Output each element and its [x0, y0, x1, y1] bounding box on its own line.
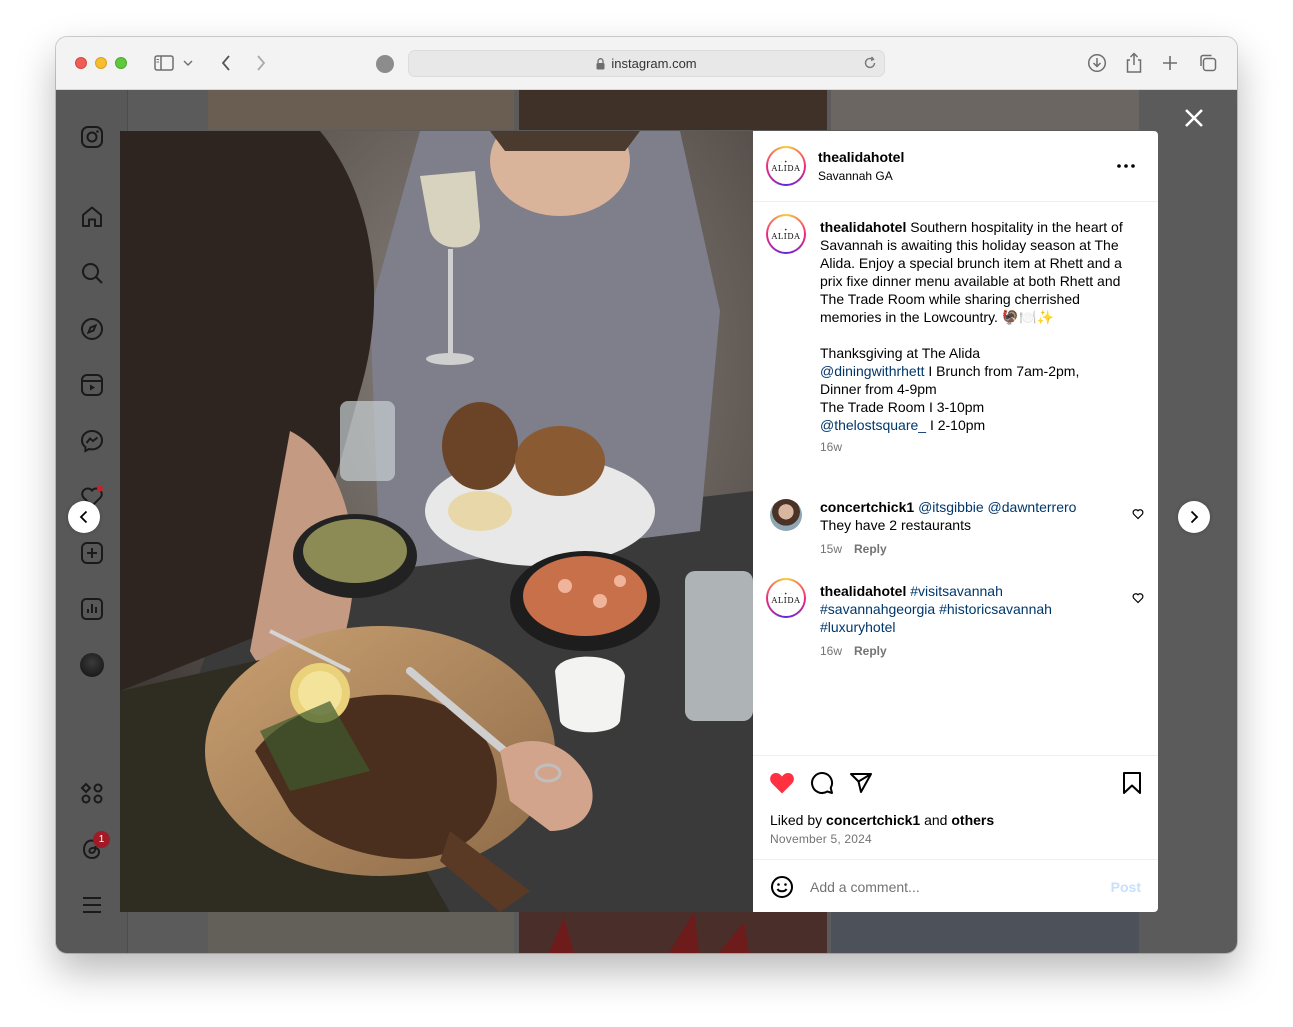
caption-line-brunch: I Brunch from 7am-2pm,: [924, 363, 1080, 379]
explore-icon[interactable]: [80, 317, 104, 341]
post-comment-button[interactable]: Post: [1111, 879, 1141, 895]
messenger-icon[interactable]: [80, 429, 104, 453]
likes-summary: Liked by concertchick1 and others: [770, 812, 994, 828]
post-actions: Liked by concertchick1 and others Novemb…: [753, 755, 1158, 859]
home-icon[interactable]: [80, 205, 104, 229]
like-heart-icon[interactable]: [769, 770, 795, 796]
avatar-text: ALIDA: [771, 163, 801, 173]
more-options-icon[interactable]: [1114, 156, 1138, 176]
site-favicon-icon: [376, 55, 394, 73]
comment-input[interactable]: Add a comment...: [810, 879, 920, 895]
comment-item: concertchick1 @itsgibbie @dawnterrero Th…: [820, 498, 1100, 558]
share-icon[interactable]: [1121, 51, 1147, 75]
comment-reply-button[interactable]: Reply: [854, 644, 887, 658]
browser-toolbar: instagram.com: [56, 37, 1237, 90]
mention-thelostsquare[interactable]: @thelostsquare_: [820, 417, 926, 433]
likes-mid: and: [920, 812, 952, 828]
commenter-avatar[interactable]: [770, 499, 802, 531]
caption-line-thanksgiving: Thanksgiving at The Alida: [820, 345, 981, 361]
comment-avatar[interactable]: · ✦ · ALIDA: [766, 578, 806, 618]
comment-username[interactable]: concertchick1: [820, 499, 914, 515]
zoom-window-button[interactable]: [115, 57, 127, 69]
post-username[interactable]: thealidahotel: [818, 149, 904, 165]
previous-post-button[interactable]: [68, 501, 100, 533]
comment-icon[interactable]: [809, 770, 835, 796]
insights-icon[interactable]: [80, 597, 104, 621]
reels-icon[interactable]: [80, 373, 104, 397]
browser-window: instagram.com 1 · ✦ · ALIDA thealidahote…: [56, 37, 1237, 953]
menu-icon[interactable]: [80, 893, 104, 917]
chevron-down-icon[interactable]: [180, 51, 196, 75]
url-text: instagram.com: [611, 56, 697, 71]
forward-arrow-icon[interactable]: [248, 51, 274, 75]
instagram-icon[interactable]: [80, 125, 104, 149]
address-bar[interactable]: instagram.com: [408, 50, 885, 77]
back-arrow-icon[interactable]: [213, 51, 239, 75]
post-caption: thealidahotel Southern hospitality in th…: [820, 218, 1130, 456]
comment-age: 16w: [820, 644, 843, 658]
apps-icon[interactable]: [80, 781, 104, 805]
post-photo-illustration: [120, 131, 753, 912]
minimize-window-button[interactable]: [95, 57, 107, 69]
comment-text: They have 2 restaurants: [820, 517, 971, 533]
caption-line-traderoom: The Trade Room I 3-10pm: [820, 399, 985, 415]
new-tab-icon[interactable]: [1157, 51, 1183, 75]
grid-tile: [831, 90, 1139, 130]
grid-tile: [519, 912, 827, 953]
close-window-button[interactable]: [75, 57, 87, 69]
comment-username[interactable]: thealidahotel: [820, 583, 906, 599]
mention-diningwithrhett[interactable]: @diningwithrhett: [820, 363, 925, 379]
save-bookmark-icon[interactable]: [1119, 770, 1145, 796]
caption-username[interactable]: thealidahotel: [820, 219, 906, 235]
avatar[interactable]: · ✦ · ALIDA: [766, 146, 806, 186]
add-comment-bar: Add a comment... Post: [753, 859, 1158, 912]
reload-icon[interactable]: [863, 56, 877, 73]
likes-others[interactable]: others: [951, 812, 994, 828]
post-location[interactable]: Savannah GA: [818, 169, 904, 183]
comment-like-heart-icon[interactable]: [1132, 507, 1144, 520]
chevron-left-icon: [79, 510, 88, 524]
close-icon[interactable]: [1182, 106, 1206, 130]
emoji-icon[interactable]: [770, 875, 794, 899]
caption-age: 16w: [820, 440, 843, 454]
post-detail-panel: · ✦ · ALIDA thealidahotel Savannah GA · ✦…: [753, 131, 1158, 912]
comment-reply-button[interactable]: Reply: [854, 542, 887, 556]
downloads-icon[interactable]: [1084, 51, 1110, 75]
create-icon[interactable]: [80, 541, 104, 565]
profile-icon[interactable]: [80, 653, 104, 677]
next-post-button[interactable]: [1178, 501, 1210, 533]
lock-icon: [596, 57, 605, 70]
chevron-right-icon: [1190, 510, 1199, 524]
page-content: 1 · ✦ · ALIDA thealidahotel Savannah GA …: [56, 90, 1237, 953]
comment-avatar-text: ALIDA: [771, 595, 801, 605]
likes-prefix: Liked by: [770, 812, 827, 828]
comment-item: thealidahotel #visitsavannah #savannahge…: [820, 582, 1080, 660]
share-send-icon[interactable]: [848, 770, 874, 796]
search-icon[interactable]: [80, 261, 104, 285]
grid-tile: [831, 912, 1139, 953]
tab-overview-icon[interactable]: [1195, 51, 1221, 75]
likes-user[interactable]: concertchick1: [826, 812, 920, 828]
grid-tile: [208, 912, 514, 953]
post-header: · ✦ · ALIDA thealidahotel Savannah GA: [753, 131, 1158, 202]
comment-mentions[interactable]: @itsgibbie @dawnterrero: [918, 499, 1076, 515]
caption-line-dinner: Dinner from 4-9pm: [820, 381, 937, 397]
sidebar-toggle-icon[interactable]: [151, 51, 177, 75]
post-image[interactable]: [120, 131, 753, 912]
post-date: November 5, 2024: [770, 832, 872, 846]
grid-tile: [519, 90, 827, 130]
comment-like-heart-icon[interactable]: [1132, 591, 1144, 604]
caption-line-lostsquare: I 2-10pm: [926, 417, 986, 433]
caption-avatar[interactable]: · ✦ · ALIDA: [766, 214, 806, 254]
grid-tile: [208, 90, 514, 130]
comment-age: 15w: [820, 542, 843, 556]
caption-avatar-text: ALIDA: [771, 231, 801, 241]
notification-badge: 1: [93, 831, 110, 848]
